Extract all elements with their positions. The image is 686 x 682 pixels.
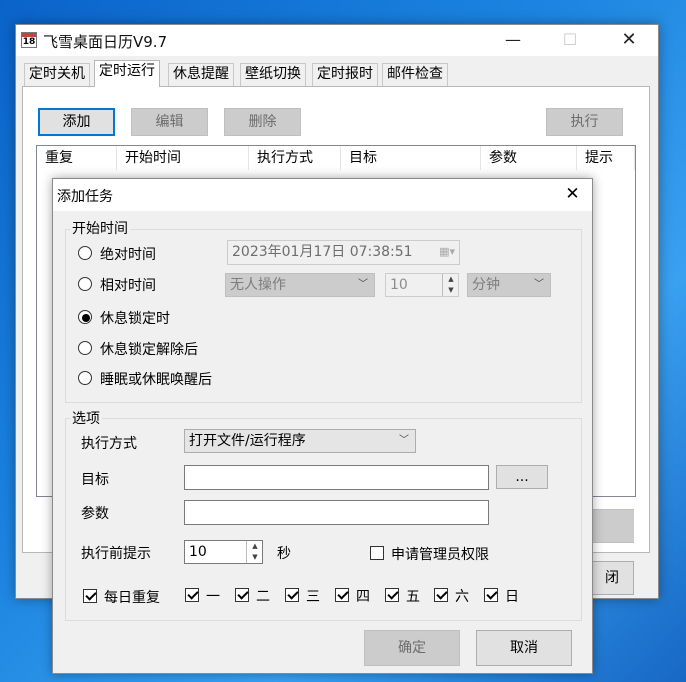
close-icon[interactable]: ✕ (606, 25, 652, 56)
add-task-dialog: 添加任务 ✕ 开始时间 绝对时间 2023年01月17日 07:38:51 ▦▾… (52, 178, 593, 674)
exec-mode-select[interactable]: 打开文件/运行程序 ﹀ (184, 429, 416, 453)
title-bar[interactable]: 18 飞雪桌面日历V9.7 — ☐ ✕ (16, 25, 658, 56)
tab-chime[interactable]: 定时报时 (312, 63, 378, 86)
arrow-down-icon[interactable]: ▼ (247, 552, 262, 563)
options-legend: 选项 (70, 408, 102, 428)
run-button: 执行 (546, 108, 623, 136)
absolute-datetime-value: 2023年01月17日 07:38:51 (232, 244, 413, 260)
column-header-target[interactable]: 目标 (341, 146, 481, 170)
radio-rest-unlock[interactable] (78, 341, 92, 355)
arrow-up-icon: ▲ (448, 275, 454, 283)
admin-checkbox[interactable] (370, 546, 384, 560)
weekday-tue-label: 二 (256, 589, 270, 605)
tab-rest-reminder[interactable]: 休息提醒 (168, 63, 234, 86)
weekday-mon-checkbox[interactable] (185, 588, 199, 602)
weekday-sat-label: 六 (455, 589, 469, 605)
radio-relative-time[interactable] (78, 277, 92, 291)
delete-button: 删除 (224, 108, 301, 136)
column-header-repeat[interactable]: 重复 (37, 146, 117, 170)
tab-mail-check[interactable]: 邮件检查 (382, 63, 448, 86)
prompt-seconds-stepper[interactable]: 10 ▲ ▼ (184, 540, 263, 564)
minimize-icon[interactable]: — (490, 25, 536, 56)
window-title: 飞雪桌面日历V9.7 (43, 33, 168, 51)
rest-lock-label: 休息锁定时 (100, 311, 170, 327)
stepper-arrows[interactable]: ▲ ▼ (246, 541, 262, 563)
target-input[interactable] (184, 465, 489, 490)
weekday-wed-checkbox[interactable] (285, 588, 299, 602)
column-header-exec-mode[interactable]: 执行方式 (249, 146, 341, 170)
daily-repeat-label: 每日重复 (104, 590, 160, 606)
admin-label: 申请管理员权限 (391, 547, 489, 563)
weekday-thu-checkbox[interactable] (335, 588, 349, 602)
rest-unlock-label: 休息锁定解除后 (100, 342, 198, 358)
radio-absolute-time[interactable] (78, 246, 92, 260)
tab-wallpaper[interactable]: 壁纸切换 (240, 63, 306, 86)
column-header-prompt[interactable]: 提示 (577, 146, 635, 170)
weekday-fri-checkbox[interactable] (385, 588, 399, 602)
daily-repeat-checkbox[interactable] (83, 589, 97, 603)
weekday-mon-label: 一 (206, 589, 220, 605)
absolute-datetime-picker: 2023年01月17日 07:38:51 ▦▾ (227, 240, 460, 265)
params-input[interactable] (184, 500, 489, 525)
weekday-fri-label: 五 (406, 589, 420, 605)
arrow-up-icon[interactable]: ▲ (247, 541, 262, 552)
column-header-start-time[interactable]: 开始时间 (117, 146, 249, 170)
stepper-arrows: ▲ ▼ (442, 274, 458, 296)
tab-scheduled-run[interactable]: 定时运行 (94, 60, 160, 87)
radio-rest-lock[interactable] (78, 310, 92, 324)
dialog-title-bar[interactable]: 添加任务 ✕ (53, 179, 592, 211)
relative-time-label: 相对时间 (100, 278, 156, 294)
column-header-params[interactable]: 参数 (481, 146, 577, 170)
weekday-sun-label: 日 (505, 589, 519, 605)
weekday-thu-label: 四 (356, 589, 370, 605)
absolute-time-label: 绝对时间 (100, 247, 156, 263)
chevron-down-icon: ﹀ (399, 435, 409, 446)
chevron-down-icon: ﹀ (358, 279, 368, 290)
relative-unit-value: 分钟 (472, 277, 500, 293)
exec-mode-label: 执行方式 (81, 436, 137, 452)
relative-amount-stepper: 10 ▲ ▼ (385, 273, 459, 297)
dialog-title: 添加任务 (57, 189, 113, 205)
relative-condition-select: 无人操作 ﹀ (225, 273, 375, 297)
cancel-button[interactable]: 取消 (476, 630, 572, 666)
exec-mode-value: 打开文件/运行程序 (189, 433, 306, 449)
add-button[interactable]: 添加 (38, 108, 115, 136)
ok-button: 确定 (364, 630, 460, 666)
seconds-unit-label: 秒 (277, 546, 291, 562)
browse-button[interactable]: ... (496, 465, 548, 489)
calendar-app-icon: 18 (21, 32, 37, 48)
weekday-tue-checkbox[interactable] (235, 588, 249, 602)
relative-unit-select: 分钟 ﹀ (467, 273, 551, 297)
wake-label: 睡眠或休眠唤醒后 (100, 372, 212, 388)
weekday-wed-label: 三 (306, 589, 320, 605)
maximize-icon: ☐ (562, 30, 578, 49)
prompt-label: 执行前提示 (81, 546, 151, 562)
arrow-down-icon: ▼ (448, 286, 454, 294)
start-time-legend: 开始时间 (70, 218, 130, 238)
radio-wake[interactable] (78, 371, 92, 385)
weekday-sun-checkbox[interactable] (484, 588, 498, 602)
edit-button: 编辑 (131, 108, 208, 136)
tab-shutdown[interactable]: 定时关机 (24, 63, 90, 86)
calendar-dropdown-icon: ▦▾ (439, 245, 455, 258)
target-label: 目标 (81, 472, 109, 488)
weekday-sat-checkbox[interactable] (434, 588, 448, 602)
dialog-close-icon[interactable]: ✕ (553, 179, 592, 211)
chevron-down-icon: ﹀ (534, 279, 544, 290)
prompt-seconds-value: 10 (189, 544, 207, 560)
relative-amount-value: 10 (390, 277, 408, 293)
relative-condition-value: 无人操作 (230, 277, 286, 293)
params-label: 参数 (81, 506, 109, 522)
